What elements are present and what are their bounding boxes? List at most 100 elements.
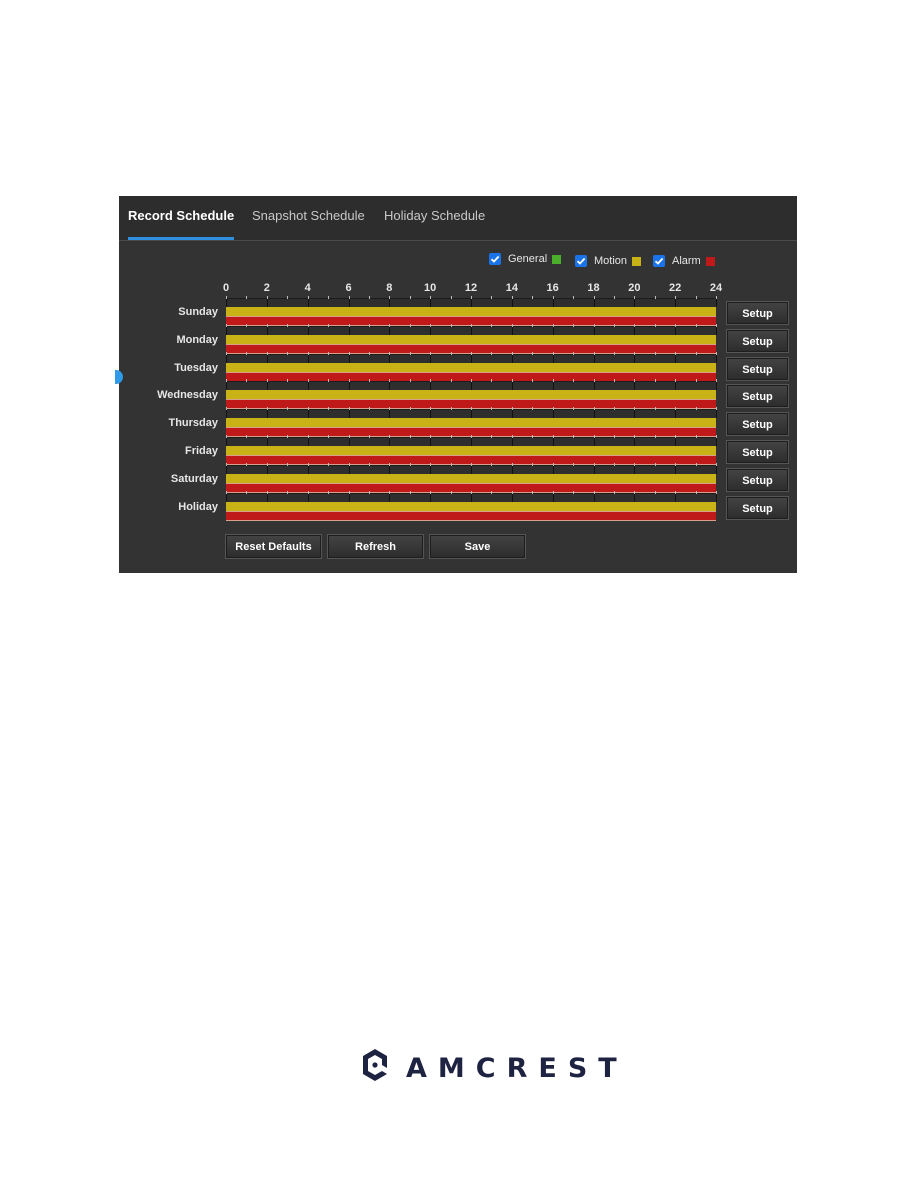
check-icon xyxy=(490,255,500,263)
schedule-row-monday[interactable] xyxy=(226,323,717,354)
grid-line xyxy=(266,438,268,446)
hour-tick xyxy=(695,490,697,494)
grid-line xyxy=(716,326,717,335)
hour-tick xyxy=(409,407,411,411)
hour-tick xyxy=(328,462,330,466)
grid-line xyxy=(593,438,595,446)
grid-line xyxy=(675,438,677,446)
day-label: Holiday xyxy=(178,500,218,513)
grid-line xyxy=(266,382,268,391)
grid-line xyxy=(348,326,350,335)
schedule-row-wednesday[interactable] xyxy=(226,379,717,410)
grid-line xyxy=(430,410,432,419)
checkbox-general[interactable] xyxy=(489,253,501,265)
grid-line xyxy=(634,465,636,474)
hour-tick xyxy=(491,407,493,411)
motion-schedule-bar[interactable] xyxy=(226,307,716,317)
hour-tick xyxy=(450,379,452,383)
day-label: Thursday xyxy=(168,417,218,430)
motion-schedule-bar[interactable] xyxy=(226,473,716,484)
hour-tick xyxy=(613,407,615,411)
grid-line xyxy=(593,465,595,474)
hour-tick xyxy=(654,490,656,494)
hour-tick xyxy=(287,407,289,411)
grid-line xyxy=(389,438,391,446)
grid-line xyxy=(716,410,717,419)
row-time-grid xyxy=(226,379,717,391)
setup-button-thursday[interactable]: Setup xyxy=(726,412,789,437)
setup-button-sunday[interactable]: Setup xyxy=(726,301,789,325)
grid-line xyxy=(307,465,309,474)
hour-tick xyxy=(287,323,289,327)
hour-tick xyxy=(368,379,370,383)
hour-axis-label: 2 xyxy=(263,282,270,294)
schedule-row-thursday[interactable] xyxy=(226,407,717,438)
hour-tick xyxy=(409,323,411,327)
tab-record-schedule[interactable]: Record Schedule xyxy=(128,208,234,223)
setup-button-holiday[interactable]: Setup xyxy=(726,495,789,520)
grid-line xyxy=(348,438,350,446)
checkbox-motion[interactable] xyxy=(575,255,587,267)
legend-motion[interactable]: Motion xyxy=(575,255,642,267)
grid-line xyxy=(511,326,513,335)
motion-schedule-bar[interactable] xyxy=(226,390,716,401)
hour-tick xyxy=(695,435,697,438)
checkbox-alarm[interactable] xyxy=(653,255,665,267)
reset-defaults-button[interactable]: Reset Defaults xyxy=(225,534,322,559)
schedule-row-tuesday[interactable] xyxy=(226,351,717,382)
row-time-grid xyxy=(226,296,717,307)
hour-tick xyxy=(573,407,575,411)
hour-axis-label: 18 xyxy=(587,282,600,294)
hour-tick xyxy=(368,296,370,299)
schedule-row-sunday[interactable] xyxy=(226,296,717,326)
legend-alarm[interactable]: Alarm xyxy=(653,255,715,267)
legend-general[interactable]: General xyxy=(489,253,562,265)
grid-line xyxy=(226,354,227,363)
grid-line xyxy=(348,493,350,502)
grid-line xyxy=(634,326,636,335)
hour-axis-label: 16 xyxy=(546,282,559,294)
tab-holiday-schedule[interactable]: Holiday Schedule xyxy=(384,208,485,223)
setup-button-wednesday[interactable]: Setup xyxy=(726,384,789,409)
motion-schedule-bar[interactable] xyxy=(226,362,716,373)
save-button[interactable]: Save xyxy=(429,534,526,559)
grid-line xyxy=(471,354,472,363)
alarm-schedule-bar[interactable] xyxy=(226,511,716,521)
setup-button-friday[interactable]: Setup xyxy=(726,440,789,464)
hour-axis-label: 6 xyxy=(345,282,352,294)
setup-button-monday[interactable]: Setup xyxy=(726,328,789,353)
tab-snapshot-schedule[interactable]: Snapshot Schedule xyxy=(252,208,365,223)
schedule-row-holiday[interactable] xyxy=(226,490,717,521)
hour-tick xyxy=(368,462,370,466)
hour-tick xyxy=(287,351,289,355)
setup-button-saturday[interactable]: Setup xyxy=(726,467,789,492)
motion-schedule-bar[interactable] xyxy=(226,334,716,345)
grid-line xyxy=(348,410,350,419)
amcrest-wordmark: AMCREST xyxy=(406,1053,628,1084)
motion-schedule-bar[interactable] xyxy=(226,501,716,512)
grid-line xyxy=(634,438,636,446)
grid-line xyxy=(226,382,227,391)
hour-axis-label: 0 xyxy=(222,282,230,294)
grid-line xyxy=(389,410,391,419)
schedule-row-saturday[interactable] xyxy=(226,462,717,493)
motion-schedule-bar[interactable] xyxy=(226,418,716,429)
grid-line xyxy=(675,465,677,474)
motion-schedule-bar[interactable] xyxy=(226,446,716,456)
hour-tick xyxy=(654,323,656,327)
hour-axis-label: 10 xyxy=(424,282,437,294)
grid-line xyxy=(716,382,717,391)
grid-line xyxy=(716,354,717,363)
setup-button-tuesday[interactable]: Setup xyxy=(726,356,789,381)
grid-line xyxy=(348,382,350,391)
hour-tick xyxy=(491,435,493,438)
schedule-row-friday[interactable] xyxy=(226,435,717,465)
hour-tick xyxy=(695,296,697,299)
grid-line xyxy=(226,438,227,446)
hour-tick xyxy=(409,379,411,383)
refresh-button[interactable]: Refresh xyxy=(327,534,424,559)
hour-axis-label: 24 xyxy=(709,282,723,294)
grid-line xyxy=(471,493,472,502)
hour-tick xyxy=(328,379,330,383)
hour-tick xyxy=(328,435,330,438)
